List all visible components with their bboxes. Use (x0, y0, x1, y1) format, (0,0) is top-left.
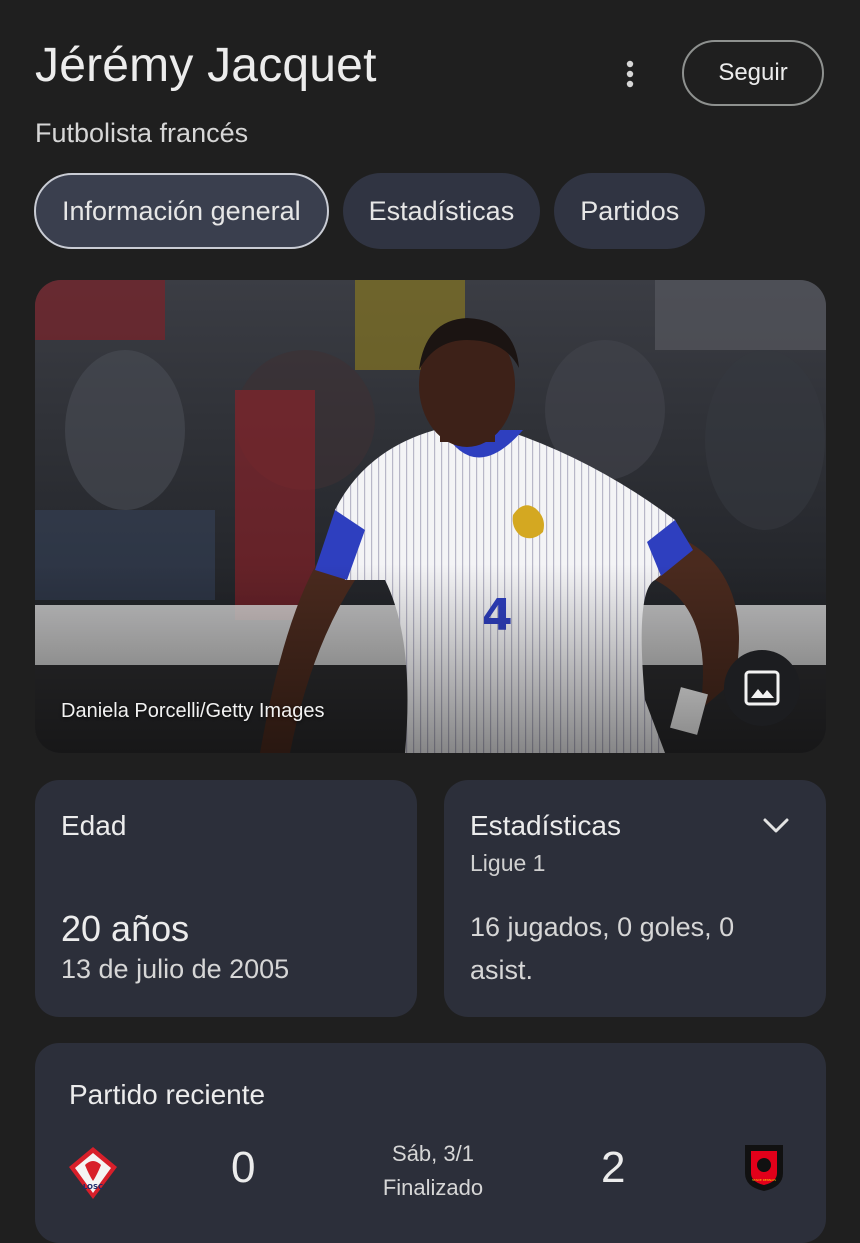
rennes-logo: STADE RENNAIS (745, 1145, 783, 1191)
stats-label: Estadísticas (470, 810, 621, 841)
rennes-logo-text: STADE RENNAIS (752, 1178, 776, 1182)
more-options-button[interactable] (608, 52, 652, 96)
more-vert-icon (626, 60, 634, 88)
view-image-button[interactable] (724, 650, 800, 726)
image-icon (744, 670, 780, 706)
player-description: Futbolista francés (35, 118, 249, 148)
stats-summary: 16 jugados, 0 goles, 0 asist. (470, 912, 735, 985)
lille-logo-text: LOSC (83, 1183, 103, 1191)
age-value: 20 años (61, 908, 190, 949)
player-photo-illustration: 4 (35, 280, 826, 753)
chevron-down-icon (763, 818, 789, 833)
stats-league: Ligue 1 (470, 850, 546, 876)
stats-expand-button[interactable] (754, 808, 798, 844)
home-score: 0 (231, 1143, 256, 1192)
tab-bar: Información general Estadísticas Partido… (34, 173, 706, 249)
birth-date: 13 de julio de 2005 (61, 954, 290, 984)
photo-credit: Daniela Porcelli/Getty Images (61, 700, 325, 722)
lille-logo: LOSC (69, 1147, 117, 1199)
tab-overview[interactable]: Información general (34, 173, 329, 249)
stats-card[interactable]: Estadísticas Ligue 1 16 jugados, 0 goles… (444, 780, 826, 1017)
age-label: Edad (61, 810, 127, 841)
recent-match-card[interactable]: Partido reciente LOSC 0 Sáb, 3/1 Finaliz… (35, 1043, 826, 1243)
player-name: Jérémy Jacquet (35, 39, 377, 92)
follow-button[interactable]: Seguir (682, 40, 824, 106)
tab-stats[interactable]: Estadísticas (342, 173, 541, 249)
match-status: Finalizado (382, 1175, 484, 1200)
age-card: Edad 20 años 13 de julio de 2005 (35, 780, 417, 1017)
match-date: Sáb, 3/1 (392, 1141, 474, 1166)
player-photo[interactable]: 4 Daniela Porcelli/Getty Images (35, 280, 826, 753)
recent-match-title: Partido reciente (69, 1079, 266, 1110)
away-score: 2 (601, 1143, 626, 1192)
tab-matches[interactable]: Partidos (554, 173, 706, 249)
